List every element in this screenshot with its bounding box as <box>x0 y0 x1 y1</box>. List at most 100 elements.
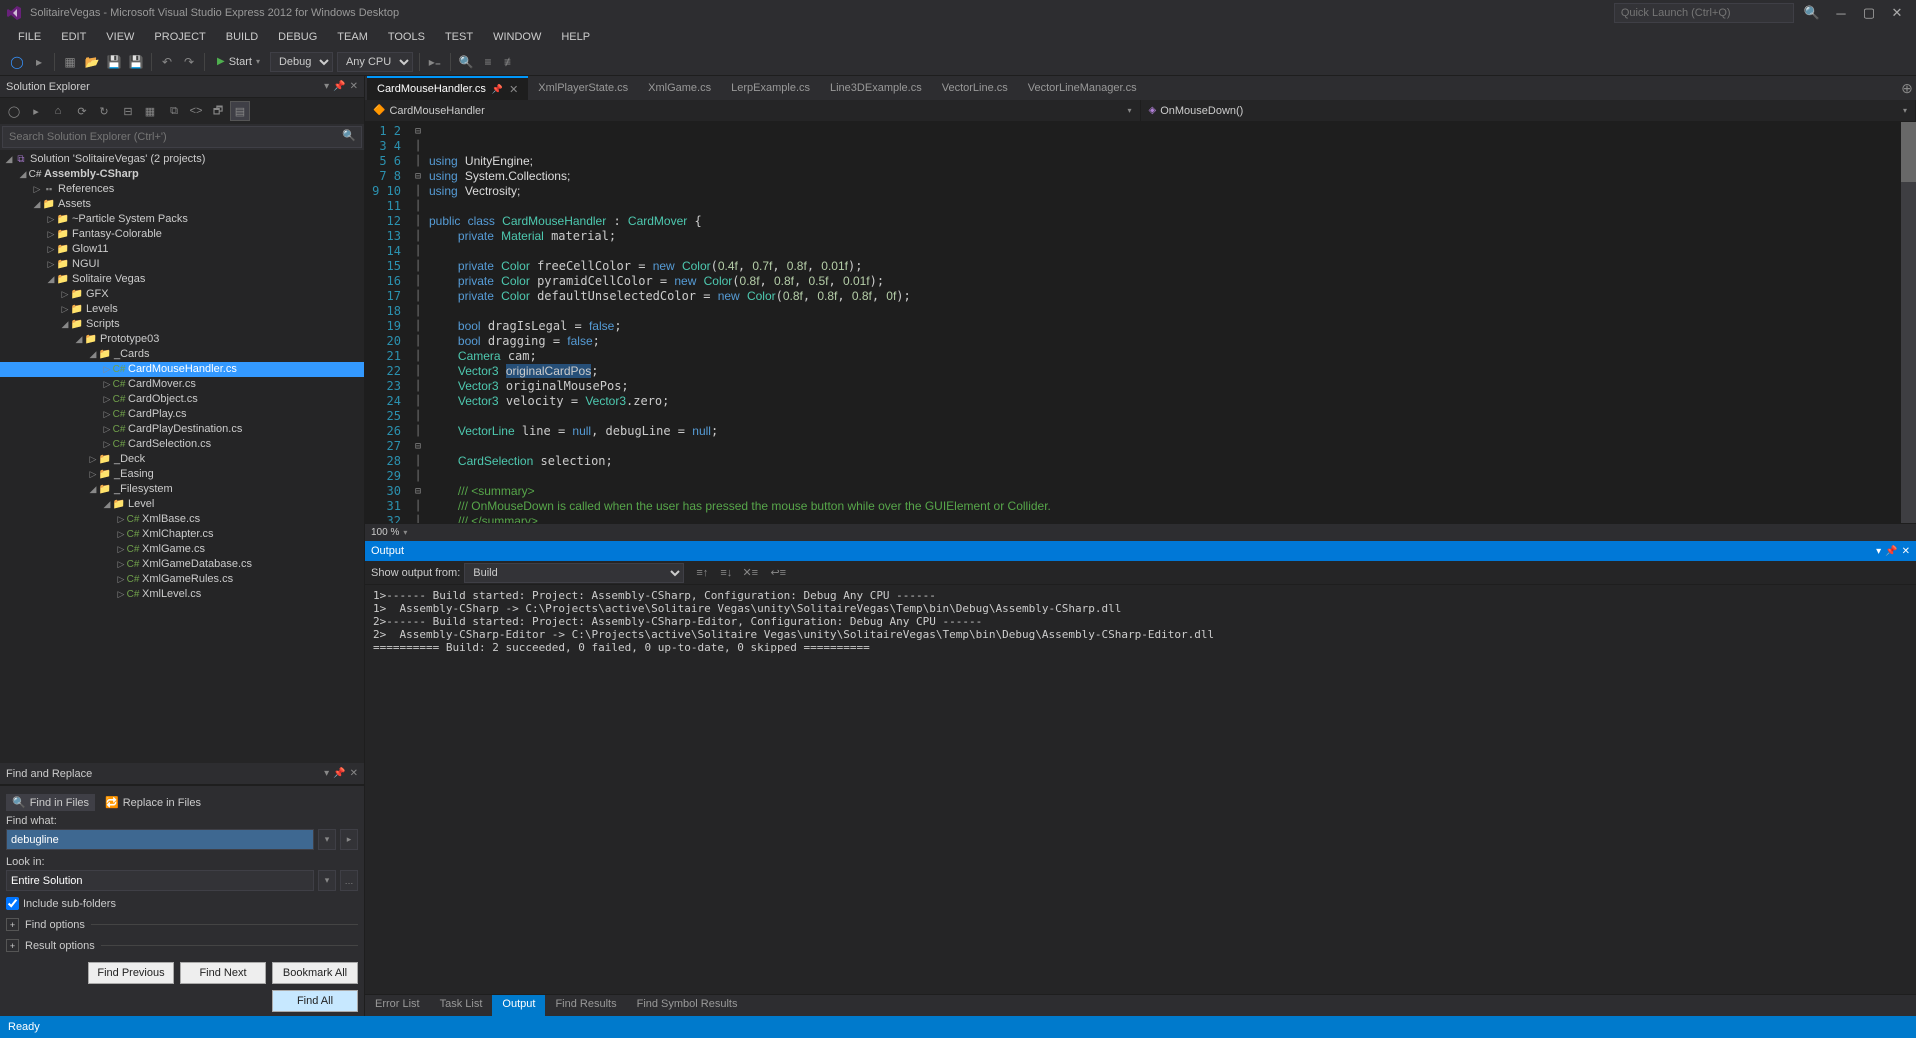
find-previous-button[interactable]: Find Previous <box>88 962 174 984</box>
goto-next-icon[interactable]: ≡↓ <box>716 563 736 583</box>
task-list-tab[interactable]: Task List <box>430 995 493 1016</box>
bookmark-all-button[interactable]: Bookmark All <box>272 962 358 984</box>
home-icon[interactable]: ⌂ <box>48 101 68 121</box>
maximize-button[interactable]: ▢ <box>1856 4 1882 22</box>
folder-node[interactable]: Fantasy-Colorable <box>72 227 162 242</box>
output-tab[interactable]: Output <box>492 995 545 1016</box>
folder-node[interactable]: Level <box>128 497 154 512</box>
code-content[interactable]: using UnityEngine; using System.Collecti… <box>425 122 1916 523</box>
close-panel-icon[interactable]: ✕ <box>350 768 358 779</box>
member-nav-dropdown[interactable]: ◈OnMouseDown()▾ <box>1141 100 1916 121</box>
preview-icon[interactable]: 🗗 <box>208 101 228 121</box>
expand-find-options[interactable]: + <box>6 918 19 931</box>
sync-icon[interactable]: ⟳ <box>72 101 92 121</box>
find-next-button[interactable]: Find Next <box>180 962 266 984</box>
find-in-files-tab[interactable]: 🔍Find in Files <box>6 794 95 811</box>
step-button[interactable]: ▸₌ <box>425 52 445 72</box>
open-button[interactable]: 📂 <box>82 52 102 72</box>
editor-tab[interactable]: VectorLineManager.cs <box>1018 76 1147 100</box>
folder-node[interactable]: _Deck <box>114 452 145 467</box>
folder-node[interactable]: _Easing <box>114 467 154 482</box>
folder-node[interactable]: NGUI <box>72 257 100 272</box>
folder-node[interactable]: ~Particle System Packs <box>72 212 188 227</box>
editor-tab[interactable]: Line3DExample.cs <box>820 76 932 100</box>
collapse-icon[interactable]: ⊟ <box>118 101 138 121</box>
close-output-icon[interactable]: ✕ <box>1902 546 1910 557</box>
code-icon[interactable]: <> <box>186 101 206 121</box>
fold-column[interactable]: ⊟ │ │ ⊟ │ │ │ │ │ │ │ │ │ │ │ │ │ │ │ │ … <box>411 122 425 523</box>
nav-back-button[interactable]: ◯ <box>7 52 27 72</box>
file-node[interactable]: XmlBase.cs <box>142 512 200 527</box>
uncomment-button[interactable]: ≢ <box>500 52 520 72</box>
folder-node[interactable]: Prototype03 <box>100 332 159 347</box>
pin-icon[interactable]: 📌 <box>333 81 345 92</box>
menu-view[interactable]: VIEW <box>96 29 144 45</box>
close-window-button[interactable]: ✕ <box>1884 4 1910 22</box>
solution-node[interactable]: Solution 'SolitaireVegas' (2 projects) <box>30 152 205 167</box>
output-source-select[interactable]: Build <box>464 563 684 583</box>
folder-node[interactable]: Solitaire Vegas <box>72 272 145 287</box>
file-node[interactable]: CardPlayDestination.cs <box>128 422 242 437</box>
clear-output-icon[interactable]: ✕≡ <box>740 563 760 583</box>
editor-tab[interactable]: XmlPlayerState.cs <box>528 76 638 100</box>
quick-launch-input[interactable] <box>1614 3 1794 23</box>
folder-node[interactable]: _Cards <box>114 347 149 362</box>
minimize-button[interactable]: ─ <box>1828 4 1854 22</box>
editor-tab[interactable]: VectorLine.cs <box>932 76 1018 100</box>
pin-icon[interactable]: 📌 <box>333 768 345 779</box>
nav-fwd-button[interactable]: ▸ <box>29 52 49 72</box>
editor-tab[interactable]: XmlGame.cs <box>638 76 721 100</box>
file-node[interactable]: XmlLevel.cs <box>142 587 201 602</box>
start-debug-button[interactable]: ▶ Start ▾ <box>209 54 268 70</box>
vertical-scrollbar[interactable] <box>1901 122 1916 523</box>
back-icon[interactable]: ◯ <box>4 101 24 121</box>
find-results-tab[interactable]: Find Results <box>545 995 626 1016</box>
project-node[interactable]: Assembly-CSharp <box>44 167 139 182</box>
menu-debug[interactable]: DEBUG <box>268 29 327 45</box>
menu-tools[interactable]: TOOLS <box>378 29 435 45</box>
expression-builder-button[interactable]: ▸ <box>340 829 358 850</box>
panel-dropdown-icon[interactable]: ▾ <box>324 81 329 92</box>
properties-icon[interactable]: ⧉ <box>164 101 184 121</box>
file-node[interactable]: CardMouseHandler.cs <box>128 362 237 377</box>
file-node[interactable]: CardObject.cs <box>128 392 198 407</box>
error-list-tab[interactable]: Error List <box>365 995 430 1016</box>
file-node[interactable]: CardMover.cs <box>128 377 196 392</box>
config-select[interactable]: Debug <box>270 52 333 72</box>
find-symbol-results-tab[interactable]: Find Symbol Results <box>627 995 748 1016</box>
code-editor[interactable]: 1 2 3 4 5 6 7 8 9 10 11 12 13 14 15 16 1… <box>365 122 1916 523</box>
menu-project[interactable]: PROJECT <box>144 29 215 45</box>
panel-dropdown-icon[interactable]: ▾ <box>324 768 329 779</box>
menu-file[interactable]: FILE <box>8 29 51 45</box>
include-subfolders-checkbox[interactable] <box>6 897 19 910</box>
fwd-icon[interactable]: ▸ <box>26 101 46 121</box>
folder-node[interactable]: GFX <box>86 287 109 302</box>
save-all-button[interactable]: 💾 <box>126 52 146 72</box>
preview-selected-icon[interactable]: ▤ <box>230 101 250 121</box>
type-nav-dropdown[interactable]: 🔶CardMouseHandler▾ <box>365 100 1141 121</box>
replace-in-files-tab[interactable]: 🔁Replace in Files <box>99 794 207 811</box>
find-button[interactable]: 🔍 <box>456 52 476 72</box>
search-icon[interactable]: 🔍 <box>342 129 356 142</box>
references-node[interactable]: References <box>58 182 114 197</box>
editor-tab[interactable]: LerpExample.cs <box>721 76 820 100</box>
new-project-button[interactable]: ▦ <box>60 52 80 72</box>
find-all-button[interactable]: Find All <box>272 990 358 1012</box>
show-all-icon[interactable]: ▦ <box>140 101 160 121</box>
look-in-dropdown[interactable]: ▾ <box>318 870 336 891</box>
menu-build[interactable]: BUILD <box>216 29 268 45</box>
look-in-input[interactable] <box>6 870 314 891</box>
file-node[interactable]: XmlGame.cs <box>142 542 205 557</box>
folder-node[interactable]: Levels <box>86 302 118 317</box>
menu-edit[interactable]: EDIT <box>51 29 96 45</box>
file-node[interactable]: CardSelection.cs <box>128 437 211 452</box>
folder-node[interactable]: Glow11 <box>72 242 108 257</box>
save-button[interactable]: 💾 <box>104 52 124 72</box>
zoom-level[interactable]: 100 % <box>371 527 399 538</box>
output-text[interactable]: 1>------ Build started: Project: Assembl… <box>365 585 1916 994</box>
folder-node[interactable]: _Filesystem <box>114 482 173 497</box>
close-panel-icon[interactable]: ✕ <box>350 81 358 92</box>
scroll-tabs-icon[interactable]: ⊕ <box>1898 76 1916 100</box>
expand-result-options[interactable]: + <box>6 939 19 952</box>
menu-window[interactable]: WINDOW <box>483 29 551 45</box>
